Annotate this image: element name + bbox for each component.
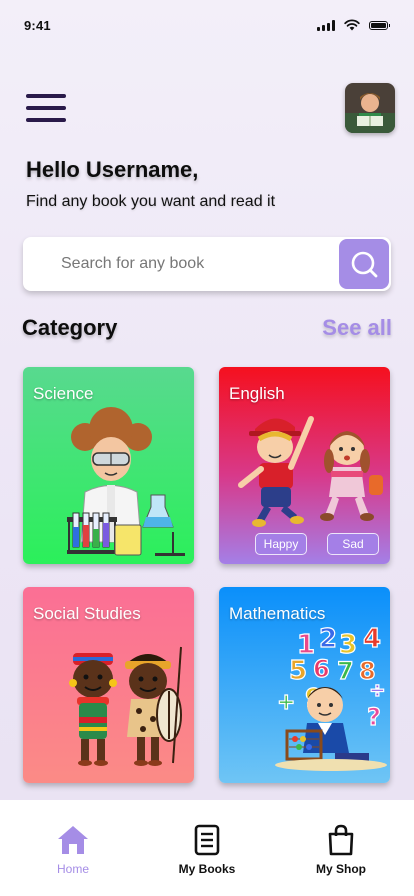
nav-home[interactable]: Home [28,800,118,896]
category-heading: Category [22,315,118,340]
category-label-social-studies: Social Studies [33,604,141,623]
svg-text:6: 6 [313,655,330,683]
category-label-mathematics: Mathematics [229,604,326,623]
status-time: 9:41 [24,17,51,33]
search-button[interactable] [339,239,389,289]
menu-line [26,106,66,110]
wifi-icon [344,19,360,31]
avatar[interactable] [345,83,395,133]
nav-my-shop[interactable]: My Shop [296,800,386,896]
nav-my-books[interactable]: My Books [162,800,252,896]
cellular-signal-icon [317,19,335,31]
home-icon [58,826,88,854]
category-card-english[interactable]: English Happy Sad [219,367,390,564]
svg-text:5: 5 [289,656,307,686]
menu-line [26,118,66,122]
book-icon [194,824,220,856]
category-card-social-studies[interactable]: Social Studies [23,587,194,783]
svg-text:+: + [277,690,295,715]
see-all-link[interactable]: See all [322,315,392,341]
search-input[interactable] [61,255,321,273]
menu-button[interactable] [26,93,66,123]
svg-text:3: 3 [339,630,357,660]
battery-icon [369,20,390,30]
svg-text:?: ? [367,703,381,731]
status-icons [317,19,390,31]
emotion-chip-sad: Sad [327,533,379,555]
svg-text:7: 7 [337,657,354,685]
greeting-subtitle: Find any book you want and read it [26,193,276,210]
nav-my-shop-label: My Shop [316,862,366,876]
greeting-title: Hello Username, [26,157,199,182]
shopping-bag-icon [328,824,354,856]
nav-home-label: Home [56,862,89,876]
emotion-chip-happy: Happy [255,533,307,555]
search-icon [351,251,378,278]
search-bar [23,237,391,291]
svg-text:÷: ÷ [369,678,386,702]
category-label-english: English [229,384,285,403]
status-bar: 9:41 [0,0,414,50]
nav-my-books-label: My Books [178,862,236,876]
menu-line [26,94,66,98]
category-label-science: Science [33,384,94,403]
category-card-mathematics[interactable]: 1 2 3 4 5 6 7 8 + 9 ÷ ? [219,587,390,783]
category-card-science[interactable]: Science [23,367,194,564]
svg-text:4: 4 [363,624,381,654]
svg-text:2: 2 [319,624,337,654]
bottom-navigation: Home My Books My Shop [0,800,414,896]
